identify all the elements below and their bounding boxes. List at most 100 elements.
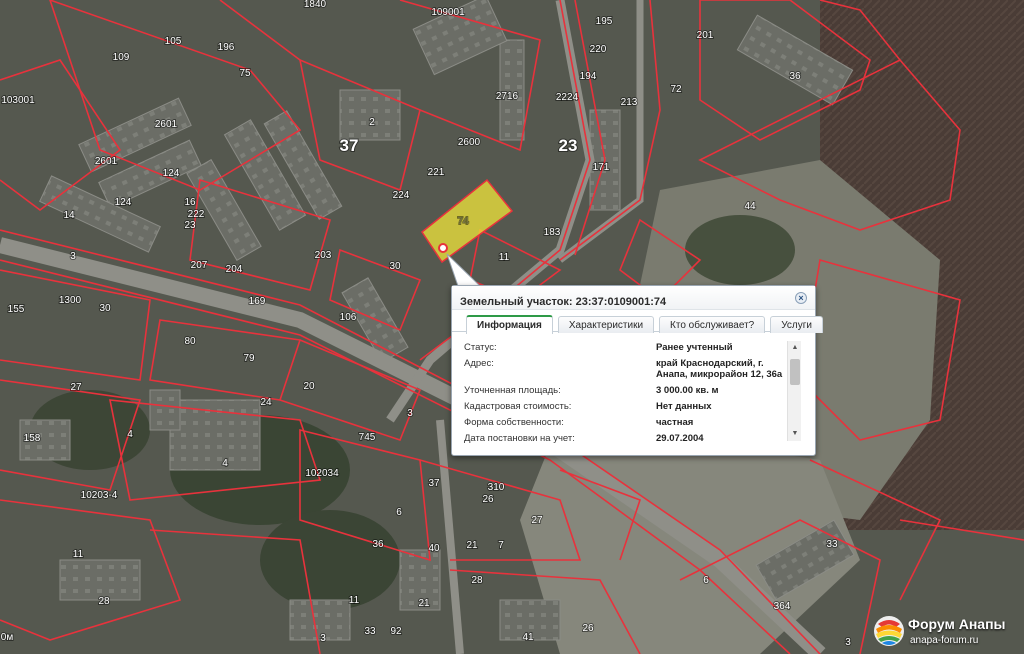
logo-url: anapa-forum.ru: [910, 635, 979, 646]
district-label-23: 23: [559, 136, 578, 155]
parcel-label: 3: [320, 633, 326, 644]
popup-tabs: Информация Характеристики Кто обслуживае…: [452, 310, 823, 334]
parcel-label: 106: [340, 312, 357, 323]
parcel-label: 224: [393, 190, 410, 201]
parcel-label: 103001: [1, 95, 35, 106]
tab-characteristics[interactable]: Характеристики: [557, 316, 655, 333]
popup-header: Земельный участок: 23:37:0109001:74 ×: [452, 286, 815, 310]
trees: [685, 215, 795, 285]
parcel-label: 221: [428, 167, 445, 178]
parcel-label: 204: [226, 264, 243, 275]
parcel-label: 21: [418, 598, 430, 609]
parcel-label: 2601: [95, 156, 118, 167]
parcel-label: 75: [239, 68, 251, 79]
parcel-label: 10203-4: [81, 490, 118, 501]
scroll-down-icon[interactable]: ▼: [790, 429, 800, 439]
logo-ball-icon: [874, 616, 904, 646]
popup-title: Земельный участок: 23:37:0109001:74: [460, 296, 667, 308]
parcel-label: 27: [531, 515, 543, 526]
highlighted-parcel-label: 74: [457, 216, 469, 227]
parcel-label: 196: [218, 42, 235, 53]
info-row-cadastral-value: Кадастровая стоимость: Нет данных: [464, 401, 804, 412]
parcel-label: 155: [8, 304, 25, 315]
tab-information[interactable]: Информация: [466, 315, 553, 334]
parcel-label: 28: [98, 596, 110, 607]
info-label: Дата постановки на учет:: [464, 433, 575, 444]
parcel-label: 36: [372, 539, 384, 550]
parcel-label: 201: [697, 30, 714, 41]
parcel-label: 33: [364, 626, 376, 637]
parcel-label: 26: [582, 623, 594, 634]
parcel-label: 37: [428, 478, 440, 489]
parcel-label: 183: [544, 227, 561, 238]
parcel-label: 109001: [431, 7, 465, 18]
parcel-label: 2: [369, 117, 375, 128]
info-value: 29.07.2004: [656, 433, 704, 444]
logo-title: Форум Анапы: [908, 616, 1006, 632]
parcel-label: 3: [70, 251, 76, 262]
info-row-address: Адрес: край Краснодарский, г. Анапа, мик…: [464, 358, 804, 380]
map-edge-text: 0м: [1, 632, 14, 643]
info-value: 3 000.00 кв. м: [656, 385, 719, 396]
parcel-label: 21: [466, 540, 478, 551]
parcel-label: 207: [191, 260, 208, 271]
info-label: Статус:: [464, 342, 497, 353]
parcel-label: 222: [188, 209, 205, 220]
parcel-label: 6: [703, 575, 709, 586]
parcel-label: 3: [407, 408, 413, 419]
parcel-label: 7: [498, 540, 504, 551]
parcel-label: 16: [184, 197, 196, 208]
parcel-label: 28: [471, 575, 483, 586]
tab-who-serves[interactable]: Кто обслуживает?: [659, 316, 766, 333]
parcel-label: 33: [826, 539, 838, 550]
info-value: Ранее учтенный: [656, 342, 733, 353]
close-icon[interactable]: ×: [795, 292, 807, 304]
info-label: Кадастровая стоимость:: [464, 401, 572, 412]
district-label-37: 37: [340, 136, 359, 155]
parcel-info-popup: Земельный участок: 23:37:0109001:74 × Ин…: [451, 285, 823, 456]
parcel-label: 23: [184, 220, 196, 231]
parcel-label: 2601: [155, 119, 178, 130]
parcel-label: 72: [670, 84, 682, 95]
scroll-thumb[interactable]: [790, 359, 800, 385]
parcel-label: 92: [390, 626, 402, 637]
parcel-label: 2224: [556, 92, 579, 103]
parcel-label: 27: [70, 382, 82, 393]
parcel-label: 30: [389, 261, 401, 272]
parcel-label: 171: [593, 162, 610, 173]
parcel-label: 745: [359, 432, 376, 443]
parcel-label: 2600: [458, 137, 481, 148]
tab-services[interactable]: Услуги: [770, 316, 823, 333]
info-value: Нет данных: [656, 401, 712, 412]
parcel-label: 30: [99, 303, 111, 314]
parcel-label: 213: [621, 97, 638, 108]
info-label: Уточненная площадь:: [464, 385, 561, 396]
parcel-label: 364: [774, 601, 791, 612]
info-row-status: Статус: Ранее учтенный: [464, 342, 804, 353]
info-row-area: Уточненная площадь: 3 000.00 кв. м: [464, 385, 804, 396]
parcel-label: 11: [73, 549, 84, 560]
parcel-label: 2716: [496, 91, 519, 102]
parcel-label: 109: [113, 52, 130, 63]
parcel-label: 6: [396, 507, 402, 518]
info-row-registration-date: Дата постановки на учет: 29.07.2004: [464, 433, 804, 444]
parcel-label: 124: [163, 168, 180, 179]
popup-scrollbar[interactable]: ▲ ▼: [787, 341, 801, 441]
parcel-label: 195: [596, 16, 613, 27]
parcel-label: 24: [260, 397, 272, 408]
info-value: край Краснодарский, г. Анапа, микрорайон…: [656, 358, 783, 380]
parcel-label: 79: [243, 353, 255, 364]
parcel-label: 14: [63, 210, 75, 221]
forum-logo[interactable]: Форум Анапы anapa-forum.ru: [868, 610, 1024, 654]
parcel-label: 11: [349, 595, 360, 606]
parcel-label: 4: [127, 429, 133, 440]
info-table: Статус: Ранее учтенный Адрес: край Красн…: [464, 342, 804, 444]
scroll-up-icon[interactable]: ▲: [790, 343, 800, 353]
info-label: Адрес:: [464, 358, 494, 369]
parcel-label: 11: [499, 252, 510, 263]
parcel-label: 1840: [304, 0, 327, 10]
trees: [260, 510, 400, 610]
parcel-marker-icon: [438, 243, 448, 253]
parcel-label: 36: [789, 71, 801, 82]
parcel-label: 80: [184, 336, 196, 347]
